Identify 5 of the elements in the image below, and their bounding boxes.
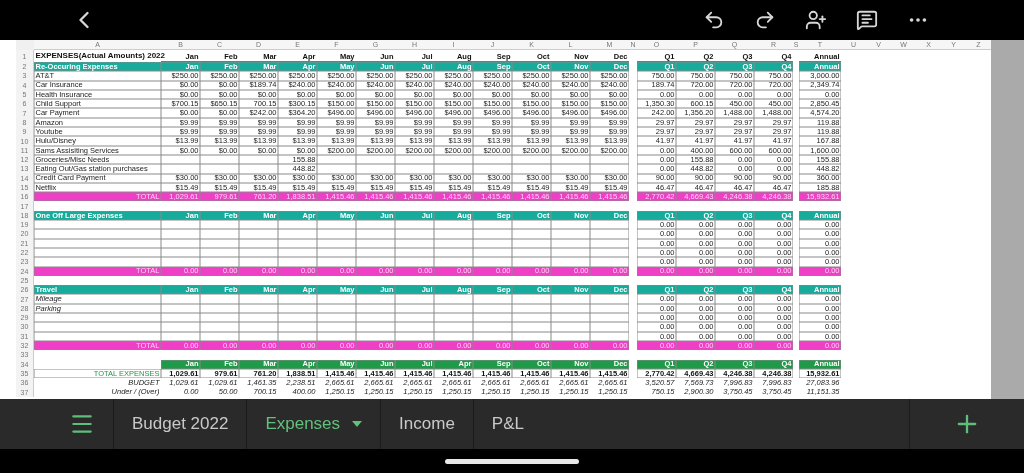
- caret-icon: [352, 421, 363, 427]
- add-person-icon[interactable]: [805, 9, 827, 31]
- comment-icon[interactable]: [856, 9, 878, 31]
- redo-icon[interactable]: [754, 9, 776, 31]
- undo-icon[interactable]: [703, 9, 725, 31]
